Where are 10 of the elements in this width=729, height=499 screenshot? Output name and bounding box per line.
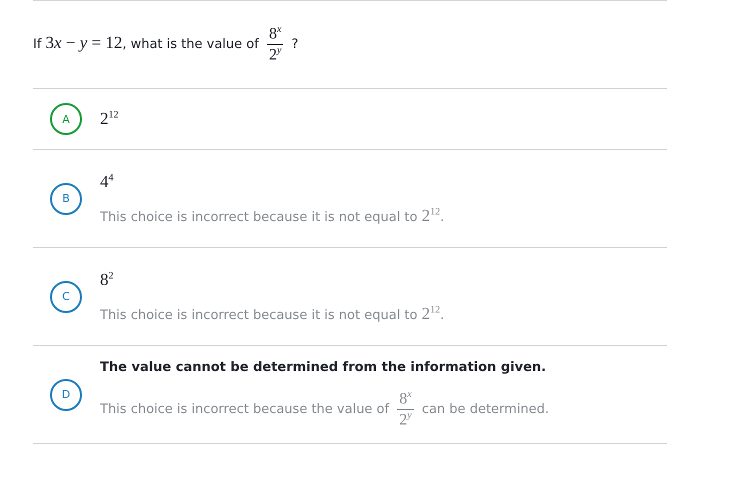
choice-letter[interactable]: C xyxy=(50,280,82,312)
choice-letter[interactable]: D xyxy=(50,378,82,410)
answer-text: 2$^{12}$ xyxy=(100,109,118,129)
answer-text: 4$^{4}$ xyxy=(100,172,114,192)
choice-letter[interactable]: B xyxy=(50,182,82,214)
explanation-text: This choice is incorrect because it is not equal to 2$^{12}$. xyxy=(100,206,444,226)
answer-text: The value cannot be determined from the information given. xyxy=(100,360,548,375)
answer-text: 8$^{2}$ xyxy=(100,270,114,290)
choice-letter[interactable]: A xyxy=(50,103,82,135)
explanation-text: This choice is incorrect because it is not equal to 2$^{12}$. xyxy=(100,304,444,324)
